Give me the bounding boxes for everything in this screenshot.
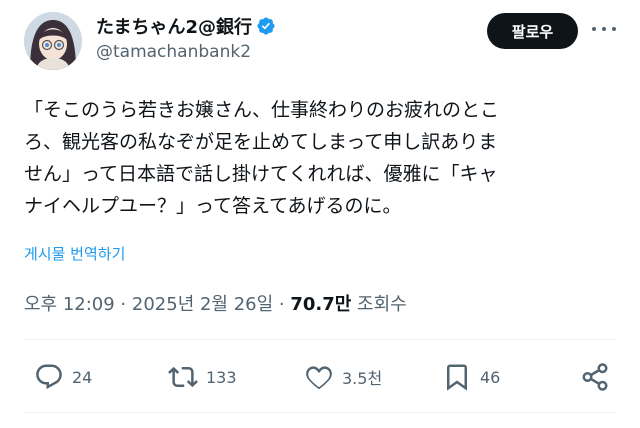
reply-count: 24 [72, 367, 93, 387]
tweet-meta: 오후 12:09 · 2025년 2월 26일 · 70.7만 조회수 [24, 290, 407, 316]
share-button[interactable] [580, 362, 610, 392]
avatar[interactable] [24, 12, 82, 70]
tweet-line: せん」って日本語で話し掛けてくれれば、優雅に「キャ [24, 163, 498, 185]
divider [24, 339, 616, 340]
repost-count: 133 [206, 367, 237, 387]
views-label: 조회수 [351, 294, 407, 315]
repost-icon [168, 366, 198, 388]
verified-badge-icon [257, 17, 275, 35]
translate-post-link[interactable]: 게시물 번역하기 [24, 243, 125, 264]
more-dot [612, 27, 616, 31]
tweet-text: 「そこのうら若きお嬢さん、仕事終わりのお疲れのとこ ろ、観光客の私なぞが足を止め… [24, 94, 624, 222]
author-handle[interactable]: @tamachanbank2 [96, 42, 251, 62]
reply-icon [36, 364, 62, 390]
bookmark-count: 46 [480, 367, 501, 387]
share-icon [582, 363, 608, 391]
tweet-line: 「そこのうら若きお嬢さん、仕事終わりのお疲れのとこ [24, 99, 500, 121]
tweet-line: ろ、観光客の私なぞが足を止めてしまって申し訳ありま [24, 131, 498, 153]
author-name-row[interactable]: たまちゃん2@銀行 [96, 13, 276, 39]
action-bar: 24 133 3.5천 46 [24, 358, 616, 398]
divider [24, 412, 616, 413]
bookmark-button[interactable]: 46 [442, 362, 500, 392]
bookmark-icon [447, 364, 467, 391]
like-button[interactable]: 3.5천 [304, 362, 382, 392]
views-count: 70.7만 [290, 294, 352, 315]
like-count: 3.5천 [342, 369, 383, 388]
tweet-line: ナイヘルプユー？」って答えてあげるのに。 [24, 195, 402, 217]
author-display-name[interactable]: たまちゃん2@銀行 [96, 13, 252, 39]
more-dot [602, 27, 606, 31]
reply-button[interactable]: 24 [34, 362, 92, 392]
heart-icon [306, 366, 332, 390]
avatar-image [24, 12, 82, 70]
more-options-icon[interactable] [592, 22, 616, 36]
timestamp[interactable]: 오후 12:09 · 2025년 2월 26일 · [24, 294, 290, 315]
follow-button[interactable]: 팔로우 [487, 13, 578, 49]
more-dot [592, 27, 596, 31]
repost-button[interactable]: 133 [168, 362, 237, 392]
